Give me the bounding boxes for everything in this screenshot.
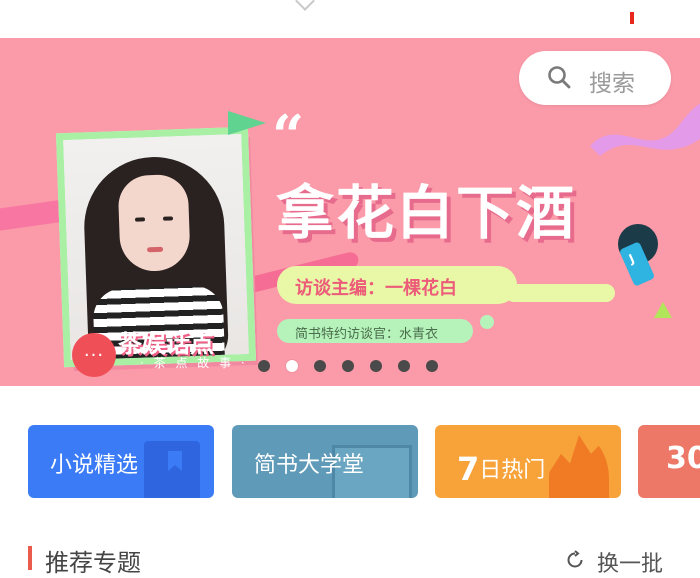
carousel-dot[interactable] <box>370 360 382 372</box>
carousel-dot[interactable] <box>258 360 270 372</box>
search-button[interactable]: 搜索 <box>519 51 671 105</box>
carousel-dot[interactable] <box>398 360 410 372</box>
decor-triangle <box>654 302 672 318</box>
chevron-down-icon[interactable] <box>295 0 315 11</box>
banner-title: 拿花白下酒 <box>276 179 577 247</box>
decor-wave <box>590 104 700 156</box>
refresh-button[interactable]: 换一批 <box>597 546 663 578</box>
category-label: 30 <box>666 441 700 476</box>
carousel-indicator <box>258 360 438 372</box>
category-novel-picks[interactable]: 小说精选 <box>28 425 214 498</box>
host-line: 访谈主编：一棵花白 <box>295 278 457 299</box>
bookmark-icon <box>144 441 200 498</box>
category-label: 简书大学堂 <box>254 453 365 478</box>
guest-line: 简书特约访谈官：水青衣 <box>295 327 439 342</box>
recommended-topics-header: 推荐专题 换一批 <box>0 540 700 577</box>
top-bar <box>0 0 700 38</box>
quote-mark: “ <box>272 103 305 169</box>
carousel-dot[interactable] <box>426 360 438 372</box>
search-icon <box>548 66 571 89</box>
carousel-dot-active[interactable] <box>286 360 298 372</box>
section-title: 推荐专题 <box>45 549 141 577</box>
decor-triangle <box>228 111 266 135</box>
decor-pill <box>505 284 615 302</box>
category-30day[interactable]: 30 <box>638 425 700 498</box>
host-pill: 访谈主编：一棵花白 <box>277 266 517 304</box>
section-accent-bar <box>28 546 32 570</box>
carousel-dot[interactable] <box>314 360 326 372</box>
category-label: 7日热门 <box>457 450 546 488</box>
category-jianshu-academy[interactable]: 简书大学堂 <box>232 425 418 498</box>
guest-pill: 简书特约访谈官：水青衣 <box>277 319 473 343</box>
notification-indicator <box>630 12 634 24</box>
brand-subtitle: · 茶 点 故 事 · <box>140 356 248 370</box>
category-label: 小说精选 <box>50 453 139 478</box>
decor-dot <box>480 315 494 329</box>
category-7day-hot[interactable]: 7日热门 <box>435 425 621 498</box>
chat-bubble-icon: ··· <box>72 333 116 377</box>
refresh-icon[interactable] <box>565 550 585 570</box>
flame-icon <box>549 435 609 498</box>
search-label: 搜索 <box>589 71 635 97</box>
carousel-dot[interactable] <box>342 360 354 372</box>
